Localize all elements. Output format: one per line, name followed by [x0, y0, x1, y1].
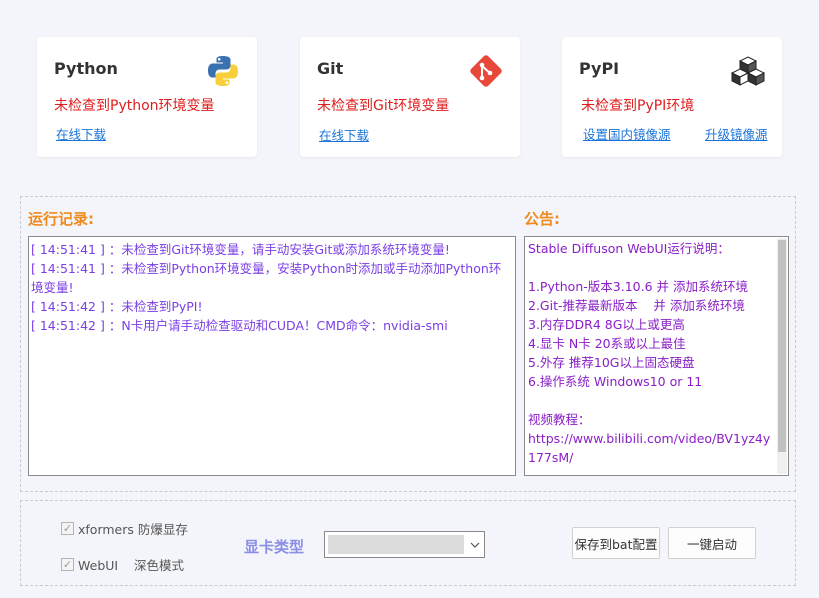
git-card-title: Git — [317, 59, 344, 78]
webui-darkmode-checkbox[interactable]: ✓ — [61, 558, 74, 571]
pypi-upgrade-mirror-link[interactable]: 升级镜像源 — [705, 124, 768, 143]
log-line: [ 14:51:42 ] ：未检查到PyPI! — [31, 299, 203, 314]
pypi-mirror-link[interactable]: 设置国内镜像源 — [583, 124, 671, 143]
git-download-link[interactable]: 在线下载 — [319, 125, 369, 144]
webui-darkmode-checkbox-row[interactable]: ✓ WebUI 深色模式 — [61, 555, 184, 574]
gpu-type-value — [328, 535, 464, 554]
python-logo-icon — [208, 56, 238, 86]
notice-line: 3.内存DDR4 8G以上或更高 — [528, 317, 685, 332]
notice-line: Stable Diffuson WebUI运行说明： — [528, 241, 730, 256]
notice-scrollbar-thumb[interactable] — [778, 240, 786, 452]
notice-link-line: https://www.bilibili.com/video/BV1yz4y17… — [528, 431, 771, 465]
gpu-type-label: 显卡类型 — [244, 538, 305, 556]
log-line: [ 14:51:41 ] ：未检查到Git环境变量，请手动安装Git或添加系统环… — [31, 242, 450, 257]
git-card: Git 未检查到Git环境变量 在线下载 — [300, 37, 520, 157]
log-line: [ 14:51:42 ] ：N卡用户请手动检查驱动和CUDA！CMD命令：nvi… — [31, 318, 448, 333]
xformers-checkbox[interactable]: ✓ — [61, 522, 74, 535]
save-bat-config-button[interactable]: 保存到bat配置 — [572, 527, 660, 559]
python-card-title: Python — [54, 59, 118, 78]
git-status-text: 未检查到Git环境变量 — [317, 98, 450, 114]
notice-line: 6.操作系统 Windows10 or 11 — [528, 374, 703, 389]
xformers-label: xformers 防爆显存 — [78, 522, 188, 537]
python-card: Python 未检查到Python环境变量 在线下载 — [37, 37, 257, 157]
notice-textbox[interactable]: Stable Diffuson WebUI运行说明： 1.Python-版本3.… — [524, 236, 789, 476]
pypi-status-text: 未检查到PyPI环境 — [581, 98, 695, 114]
pypi-logo-icon — [730, 56, 766, 86]
log-label: 运行记录: — [28, 210, 94, 228]
gpu-type-select[interactable] — [324, 531, 485, 558]
notice-line: 4.显卡 N卡 20系或以上最佳 — [528, 336, 686, 351]
python-status-text: 未检查到Python环境变量 — [54, 98, 215, 114]
notice-line — [528, 258, 774, 277]
notice-line: 5.外存 推荐10G以上固态硬盘 — [528, 355, 695, 370]
xformers-checkbox-row[interactable]: ✓ xformers 防爆显存 — [61, 519, 188, 538]
pypi-card-title: PyPI — [579, 59, 620, 78]
notice-line: 视频教程： — [528, 412, 591, 427]
log-textbox[interactable]: [ 14:51:41 ] ：未检查到Git环境变量，请手动安装Git或添加系统环… — [28, 236, 516, 476]
python-download-link[interactable]: 在线下载 — [56, 124, 106, 143]
pypi-card: PyPI 未检查到PyPI环境 设置国内镜像源 升级镜像源 — [562, 37, 782, 157]
log-line: [ 14:51:41 ] ：未检查到Python环境变量，安装Python时添加… — [31, 261, 502, 295]
one-click-launch-button[interactable]: 一键启动 — [668, 527, 756, 559]
notice-line: 2.Git-推荐最新版本 并 添加系统环境 — [528, 298, 745, 313]
chevron-down-icon — [470, 542, 480, 548]
webui-darkmode-label: WebUI 深色模式 — [78, 558, 184, 573]
notice-label: 公告: — [524, 210, 560, 228]
git-logo-icon — [470, 55, 502, 87]
notice-line: 1.Python-版本3.10.6 并 添加系统环境 — [528, 279, 748, 294]
notice-scrollbar[interactable] — [777, 238, 787, 474]
notice-line — [528, 391, 774, 410]
